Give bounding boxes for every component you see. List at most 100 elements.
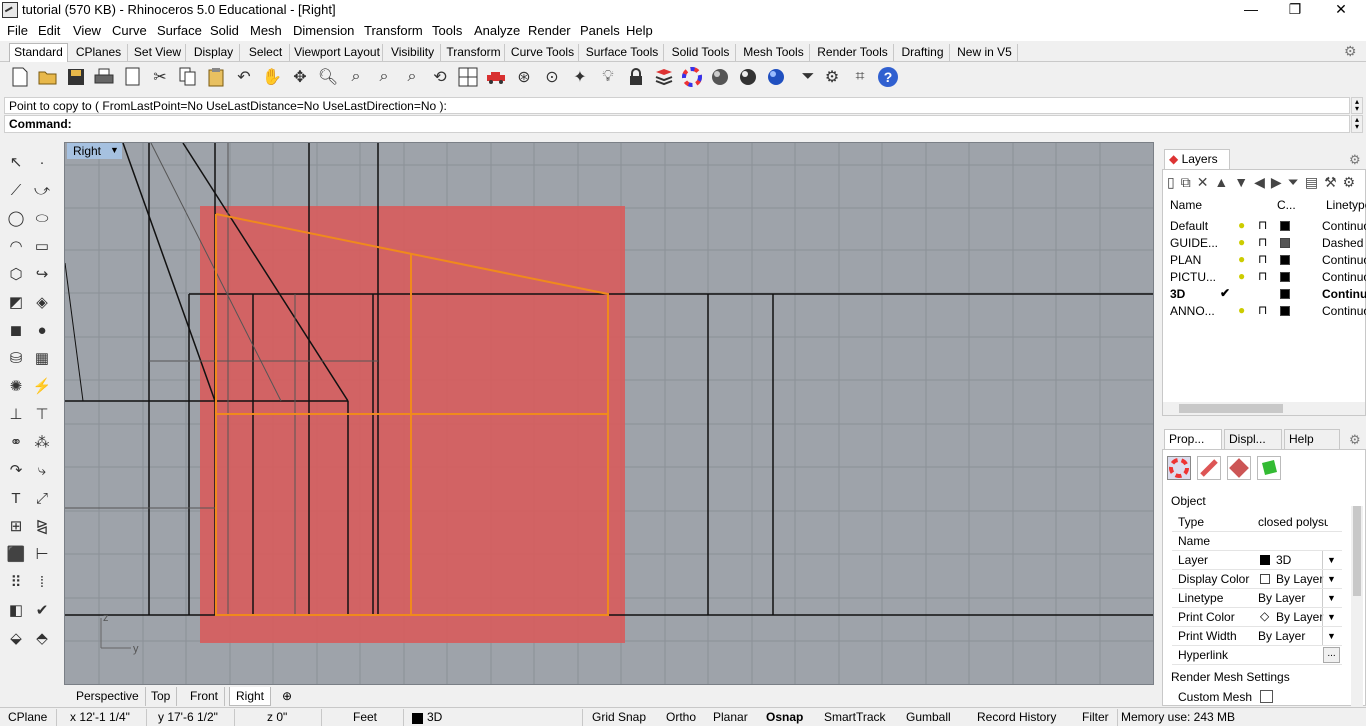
tab-display[interactable]: Displ... <box>1224 429 1282 449</box>
tab-solid-tools[interactable]: Solid Tools <box>666 44 736 61</box>
dimension-icon[interactable]: ⊢ <box>30 542 54 566</box>
layer-row[interactable]: Default ● ⊓ Continuo <box>1166 218 1366 235</box>
cplane-icon[interactable]: ⊙ <box>540 65 564 89</box>
car-icon[interactable] <box>484 65 508 89</box>
picture-frame[interactable] <box>200 206 625 643</box>
layer-color-swatch[interactable] <box>1280 238 1290 248</box>
tab-visibility[interactable]: Visibility <box>385 44 441 61</box>
custom-mesh-checkbox[interactable] <box>1260 690 1273 703</box>
solid-box-icon[interactable]: ⬛ <box>4 542 28 566</box>
cut-icon[interactable]: ✂ <box>148 65 172 89</box>
ortho-toggle[interactable]: Ortho <box>666 710 696 724</box>
shade-icon[interactable] <box>708 65 732 89</box>
undo-icon[interactable]: ↶ <box>232 65 256 89</box>
chevron-down-icon[interactable]: ▼ <box>1322 589 1340 607</box>
zoom-extents-icon[interactable]: ⌕ <box>372 65 396 89</box>
current-layer-status[interactable]: 3D <box>427 710 442 724</box>
orbit-icon[interactable]: ⊛ <box>512 65 536 89</box>
tab-perspective[interactable]: Perspective <box>70 687 146 706</box>
close-button[interactable]: ✕ <box>1318 0 1364 20</box>
explode-icon[interactable]: ✺ <box>4 374 28 398</box>
tab-new-in-v5[interactable]: New in V5 <box>952 44 1018 61</box>
layer-row[interactable]: ANNO... ● ⊓ Continuo <box>1166 303 1366 320</box>
layers-gear-icon[interactable]: ⚙ <box>1349 152 1361 168</box>
menu-tools[interactable]: Tools <box>432 23 462 38</box>
bulb-icon[interactable]: ● <box>1238 269 1245 283</box>
tab-select[interactable]: Select <box>242 44 290 61</box>
trim-icon[interactable]: ⚡ <box>30 374 54 398</box>
open-icon[interactable] <box>36 65 60 89</box>
copy-icon[interactable] <box>176 65 200 89</box>
box-icon[interactable]: ◼ <box>4 318 28 342</box>
print-icon[interactable] <box>92 65 116 89</box>
chevron-down-icon[interactable]: ▼ <box>1322 551 1340 569</box>
tab-top[interactable]: Top <box>145 687 178 706</box>
layer-color-swatch[interactable] <box>1280 221 1290 231</box>
menu-dimension[interactable]: Dimension <box>293 23 354 38</box>
copy-tool-icon[interactable]: ⤷ <box>30 458 54 482</box>
menu-file[interactable]: File <box>7 23 28 38</box>
zoom-window-icon[interactable]: ⌕ <box>344 65 368 89</box>
array-icon[interactable]: ⊞ <box>4 514 28 538</box>
menu-help[interactable]: Help <box>626 23 653 38</box>
zoom-icon[interactable]: 🔍︎ <box>316 65 340 89</box>
menu-transform[interactable]: Transform <box>364 23 423 38</box>
layer-row[interactable]: PLAN ● ⊓ Continuo <box>1166 252 1366 269</box>
polygon-icon[interactable]: ⬡ <box>4 262 28 286</box>
save-icon[interactable] <box>64 65 88 89</box>
tab-layers[interactable]: ◆ Layers <box>1164 149 1230 169</box>
analyze-icon[interactable]: ⬙ <box>4 626 28 650</box>
chevron-down-icon[interactable]: ▼ <box>1322 627 1340 645</box>
unlock-icon[interactable]: ⊓ <box>1258 303 1267 317</box>
tab-standard[interactable]: Standard <box>9 43 68 62</box>
texture-icon[interactable] <box>1227 456 1251 480</box>
tab-properties[interactable]: Prop... <box>1164 429 1222 449</box>
menu-view[interactable]: View <box>73 23 101 38</box>
gumball-toggle[interactable]: Gumball <box>906 710 951 724</box>
layers-hscrollbar[interactable] <box>1163 402 1365 415</box>
surface-icon[interactable]: ◩ <box>4 290 28 314</box>
unlock-icon[interactable]: ⊓ <box>1258 218 1267 232</box>
menu-curve[interactable]: Curve <box>112 23 147 38</box>
filter-toggle[interactable]: Filter <box>1082 710 1109 724</box>
prop-row-hyperlink[interactable]: Hyperlink ... <box>1172 646 1342 665</box>
menu-panels[interactable]: Panels <box>580 23 620 38</box>
unlock-icon[interactable]: ⊓ <box>1258 235 1267 249</box>
hyperlink-browse-button[interactable]: ... <box>1323 647 1340 663</box>
cylinder-icon[interactable]: ⛁ <box>4 346 28 370</box>
group-icon[interactable]: ⚭ <box>4 430 28 454</box>
four-viewports-icon[interactable] <box>456 65 480 89</box>
layer-row[interactable]: PICTU... ● ⊓ Continuo <box>1166 269 1366 286</box>
smarttrack-toggle[interactable]: SmartTrack <box>824 710 886 724</box>
bulb-icon[interactable]: ● <box>1238 218 1245 232</box>
menu-mesh[interactable]: Mesh <box>250 23 282 38</box>
menu-analyze[interactable]: Analyze <box>474 23 520 38</box>
edit-points-icon[interactable]: ◧ <box>4 598 28 622</box>
command-scroll-down-icon[interactable]: ▴ ▾ <box>1351 115 1363 133</box>
command-prompt[interactable]: Command: <box>4 115 1350 133</box>
rotate-view-icon[interactable]: ✥ <box>288 65 312 89</box>
current-layer-check-icon[interactable]: ✔ <box>1220 286 1230 300</box>
menu-solid[interactable]: Solid <box>210 23 239 38</box>
tab-set-view[interactable]: Set View <box>130 44 186 61</box>
rectangle-icon[interactable]: ▭ <box>30 234 54 258</box>
check-icon[interactable]: ✔ <box>30 598 54 622</box>
tab-render-tools[interactable]: Render Tools <box>812 44 894 61</box>
properties-gear-icon[interactable]: ⚙ <box>1349 432 1361 448</box>
chevron-down-icon[interactable]: ▼ <box>1322 570 1340 588</box>
layer-icon[interactable] <box>652 65 676 89</box>
layers-toolbar-icons[interactable]: ▯⧉✕▲▼◀▶⏷▤⚒⚙ <box>1167 174 1361 191</box>
import-icon[interactable] <box>120 65 144 89</box>
prop-row-print-width[interactable]: Print Width By Layer ▼ <box>1172 627 1342 646</box>
tab-viewport-layout[interactable]: Viewport Layout <box>292 44 383 61</box>
minimize-button[interactable]: — <box>1228 0 1274 20</box>
layer-color-swatch[interactable] <box>1280 306 1290 316</box>
tab-display[interactable]: Display <box>188 44 240 61</box>
polyline-icon[interactable]: ⟋ <box>4 178 28 202</box>
menu-edit[interactable]: Edit <box>38 23 60 38</box>
menu-surface[interactable]: Surface <box>157 23 202 38</box>
mirror-icon[interactable]: ⧎ <box>30 514 54 538</box>
point-icon[interactable]: · <box>30 150 54 174</box>
help-icon[interactable]: ? <box>876 65 900 89</box>
split-icon[interactable]: ⊥ <box>4 402 28 426</box>
